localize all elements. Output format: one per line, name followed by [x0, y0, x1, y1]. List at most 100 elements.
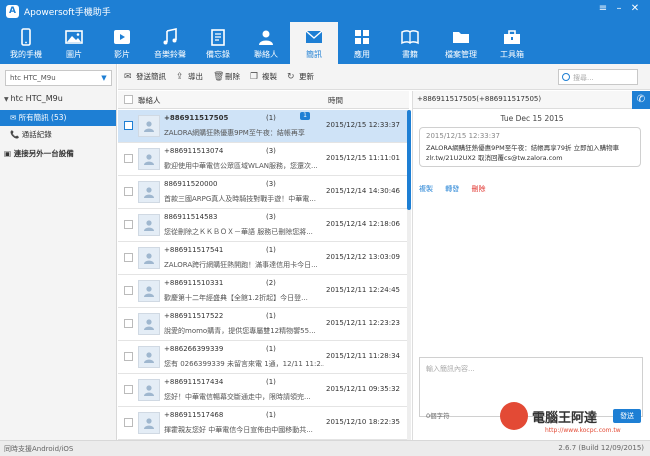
row-checkbox[interactable]: [124, 220, 133, 229]
copy-button[interactable]: ❐ 複製: [250, 71, 277, 82]
message-row[interactable]: 886911514583 (3) 您從刪除之ＫＫＢＯＸ－華語 服務已刪除您將... 2…: [118, 209, 407, 242]
watermark-text: 電腦王阿達: [532, 410, 598, 426]
list-scrollbar[interactable]: [407, 110, 411, 440]
message-preview: ZALORA網購狂熱優惠9PM至午夜：結帳再享: [164, 129, 305, 137]
nav-contacts[interactable]: 聯絡人: [242, 22, 290, 64]
close-icon[interactable]: ✕: [628, 3, 642, 14]
message-row[interactable]: +886911517434 (1) 您好！中華電信暢幕交斷通走中，限時請領完... 2…: [118, 374, 407, 407]
message-row[interactable]: +886911510331 (2) 歡慶第十二年經盛典【全館1.2折起】今日登...…: [118, 275, 407, 308]
row-checkbox[interactable]: [124, 154, 133, 163]
nav-my-phone[interactable]: 我的手機: [2, 22, 50, 64]
nav-label: 音樂鈴聲: [154, 49, 186, 59]
export-button[interactable]: ⇪ 導出: [176, 71, 203, 82]
nav-music[interactable]: 音樂鈴聲: [146, 22, 194, 64]
nav-apps[interactable]: 應用: [338, 22, 386, 64]
new-sms-button[interactable]: ✉ 發送簡訊: [124, 71, 166, 82]
nav-videos[interactable]: 影片: [98, 22, 146, 64]
sidebar-item-call-log[interactable]: 📞 通話紀錄: [0, 127, 116, 143]
message-row[interactable]: +886911517505 (1) ZALORA網購狂熱優惠9PM至午夜：結帳再享 2…: [118, 110, 407, 143]
refresh-label: 更新: [299, 72, 314, 81]
nav-books[interactable]: 書籍: [386, 22, 434, 64]
row-checkbox[interactable]: [124, 385, 133, 394]
message-row[interactable]: 886911520000 (3) 首款三國ARPG真人及時騎技對戰手遊！中華電...…: [118, 176, 407, 209]
refresh-button[interactable]: ↻ 更新: [287, 71, 314, 82]
row-checkbox[interactable]: [124, 253, 133, 262]
phone-icon: 📞: [10, 130, 22, 139]
select-all-checkbox[interactable]: [124, 95, 133, 104]
row-checkbox[interactable]: [124, 187, 133, 196]
sidebar-item-all-messages[interactable]: ✉ 所有簡訊 (53): [0, 110, 116, 126]
message-row[interactable]: +886911517468 (1) 揮霍親友您好 中華電信今日宣佈由中國移動共...…: [118, 407, 407, 440]
message-row[interactable]: +886911513074 (3) 歡迎使用中華電信公眾區域WLAN服務，您還次..…: [118, 143, 407, 176]
message-row[interactable]: +886911517522 (1) 說愛的momo購青，提供您專屬雙12精物饗55.…: [118, 308, 407, 341]
unread-badge: 1: [300, 112, 310, 120]
nav-pictures[interactable]: 圖片: [50, 22, 98, 64]
scrollbar-thumb[interactable]: [407, 110, 411, 210]
watermark-logo-icon: [500, 402, 528, 430]
row-checkbox[interactable]: [124, 121, 133, 130]
sidebar: htc HTC_M9u ▼ ▼ htc HTC_M9u ✉ 所有簡訊 (53) …: [0, 64, 117, 440]
contact-avatar-icon: [144, 121, 154, 132]
message-row[interactable]: +886911517541 (1) ZALORA跨行網購狂熱開跑！滿事達信用卡今日.…: [118, 242, 407, 275]
nav-memo[interactable]: 備忘錄: [194, 22, 242, 64]
watermark-url: http://www.kocpc.com.tw: [545, 427, 621, 434]
message-bubble: 2015/12/15 12:33:37 ZALORA網購狂熱優惠9PM至午夜：結…: [419, 127, 641, 167]
char-count: 0個字符: [426, 412, 450, 420]
message-list: +886911517505 (1) ZALORA網購狂熱優惠9PM至午夜：結帳再享 2…: [118, 110, 407, 440]
toolbox-icon: [504, 29, 520, 44]
message-preview: 您有 0266399339 未留言來電 1通，12/11 11:2...: [164, 360, 324, 368]
minimize-icon[interactable]: –: [612, 3, 626, 14]
forward-link[interactable]: 轉發: [445, 185, 459, 193]
copy-link[interactable]: 複製: [419, 185, 433, 193]
memo-icon: [211, 28, 225, 46]
new-sms-label: 發送簡訊: [136, 72, 166, 81]
nav-file-manager[interactable]: 檔案管理: [434, 22, 488, 64]
sidebar-item-label: 通話紀錄: [21, 130, 52, 139]
app-title: Apowersoft手機助手: [24, 7, 111, 18]
nav-label: 聯絡人: [254, 49, 278, 59]
message-preview: 說愛的momo購青，提供您專屬雙12精物饗55...: [164, 327, 316, 335]
message-preview: 揮霍親友您好 中華電信今日宣佈由中國移動共...: [164, 426, 313, 434]
main-nav: 我的手機 圖片 影片 音樂鈴聲 備忘錄 聯絡人 簡訊 應用 書籍 檔案管理 工具…: [0, 22, 650, 64]
call-button[interactable]: ✆: [632, 91, 650, 109]
message-number: +886911513074: [164, 147, 224, 155]
search-input[interactable]: 搜尋...: [558, 69, 638, 85]
envelope-icon: [305, 29, 323, 43]
picture-icon: [65, 29, 83, 44]
delete-link[interactable]: 刪除: [471, 185, 485, 193]
export-label: 導出: [188, 72, 203, 81]
menu-icon[interactable]: ≡: [596, 3, 610, 14]
row-checkbox[interactable]: [124, 319, 133, 328]
row-checkbox[interactable]: [124, 418, 133, 427]
message-row[interactable]: +886266399339 (1) 您有 0266399339 未留言來電 1通，1…: [118, 341, 407, 374]
phone-icon: ✆: [636, 94, 646, 105]
avatar: [138, 379, 160, 401]
device-select[interactable]: htc HTC_M9u ▼: [5, 70, 112, 86]
nav-toolbox[interactable]: 工具箱: [488, 22, 536, 64]
message-count: (3): [266, 213, 276, 221]
message-time: 2015/12/15 12:33:37: [326, 121, 401, 129]
message-number: +886911510331: [164, 279, 224, 287]
row-checkbox[interactable]: [124, 352, 133, 361]
message-preview: 歡迎使用中華電信公眾區域WLAN服務，您還次...: [164, 162, 318, 170]
nav-label: 備忘錄: [206, 49, 230, 59]
folder-icon: [453, 31, 469, 43]
delete-button[interactable]: 🗑 刪除: [213, 71, 240, 82]
message-count: (2): [266, 279, 276, 287]
message-time: 2015/12/10 18:22:35: [326, 418, 401, 426]
toolbar: ✉ 發送簡訊 ⇪ 導出 🗑 刪除 ❐ 複製 ↻ 更新 搜尋...: [118, 64, 650, 90]
search-placeholder: 搜尋...: [573, 74, 594, 82]
message-number: +886911517505: [164, 114, 229, 122]
sidebar-item-connect-other[interactable]: ▣ 連接另外一台設備: [0, 146, 116, 162]
avatar: [138, 280, 160, 302]
message-count: (1): [266, 114, 276, 122]
row-checkbox[interactable]: [124, 286, 133, 295]
message-count: (3): [266, 147, 276, 155]
nav-messages[interactable]: 簡訊: [290, 22, 338, 64]
contact-avatar-icon: [144, 385, 154, 396]
chevron-down-icon[interactable]: ▼: [97, 71, 111, 85]
status-bar: 同時支援Android/iOS 2.6.7 (Build 12/09/2015): [0, 440, 650, 456]
avatar: [138, 115, 160, 137]
nav-label: 簡訊: [306, 49, 322, 59]
sidebar-item-label: 所有簡訊 (53): [18, 113, 67, 122]
